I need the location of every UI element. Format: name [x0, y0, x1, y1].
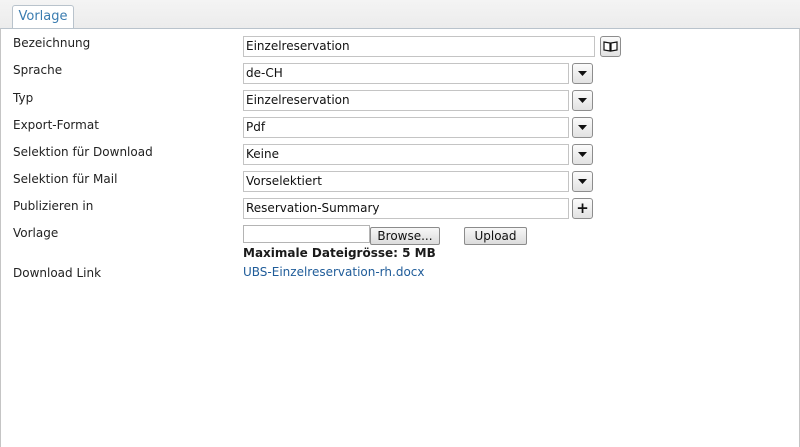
- book-icon: [603, 41, 618, 52]
- add-publish-button[interactable]: +: [572, 198, 593, 219]
- tab-vorlage[interactable]: Vorlage: [12, 5, 74, 29]
- chevron-down-icon: [578, 98, 587, 103]
- browse-button[interactable]: Browse...: [370, 227, 440, 245]
- publizieren-input[interactable]: Reservation-Summary: [243, 198, 569, 219]
- file-path-input[interactable]: [243, 225, 370, 243]
- selektion-mail-dropdown-button[interactable]: [572, 171, 593, 192]
- publizieren-label: Publizieren in: [13, 199, 94, 213]
- chevron-down-icon: [578, 179, 587, 184]
- export-format-select[interactable]: Pdf: [243, 117, 569, 138]
- chevron-down-icon: [578, 125, 587, 130]
- selektion-download-label: Selektion für Download: [13, 145, 153, 159]
- download-link-label: Download Link: [13, 266, 102, 280]
- book-button[interactable]: [600, 36, 621, 57]
- upload-button[interactable]: Upload: [464, 227, 527, 245]
- max-file-size-hint: Maximale Dateigrösse: 5 MB: [243, 246, 436, 260]
- sprache-dropdown-button[interactable]: [572, 63, 593, 84]
- vorlage-label: Vorlage: [13, 226, 59, 240]
- export-format-label: Export-Format: [13, 118, 99, 132]
- chevron-down-icon: [578, 152, 587, 157]
- selektion-mail-label: Selektion für Mail: [13, 172, 118, 186]
- tab-bar: Vorlage: [0, 0, 800, 29]
- typ-dropdown-button[interactable]: [572, 90, 593, 111]
- download-link[interactable]: UBS-Einzelreservation-rh.docx: [243, 265, 424, 279]
- bezeichnung-label: Bezeichnung: [13, 36, 91, 50]
- typ-select[interactable]: Einzelreservation: [243, 90, 569, 111]
- sprache-label: Sprache: [13, 63, 63, 77]
- typ-label: Typ: [13, 91, 34, 105]
- selektion-download-select[interactable]: Keine: [243, 144, 569, 165]
- selektion-mail-select[interactable]: Vorselektiert: [243, 171, 569, 192]
- export-format-dropdown-button[interactable]: [572, 117, 593, 138]
- sprache-select[interactable]: de-CH: [243, 63, 569, 84]
- selektion-download-dropdown-button[interactable]: [572, 144, 593, 165]
- chevron-down-icon: [578, 71, 587, 76]
- bezeichnung-input[interactable]: Einzelreservation: [243, 36, 595, 57]
